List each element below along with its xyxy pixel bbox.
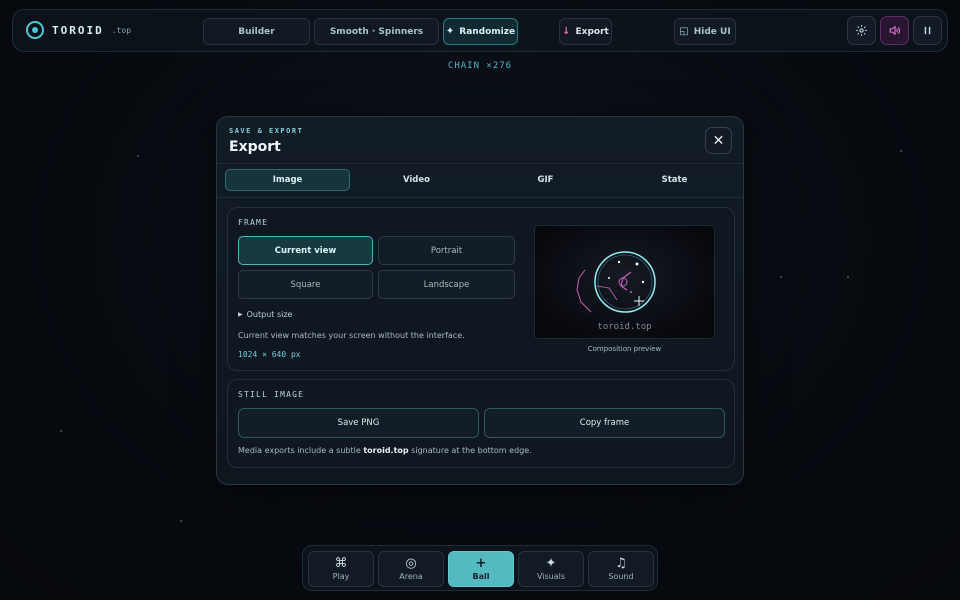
- preview-caption: Composition preview: [587, 345, 662, 353]
- tab-state[interactable]: State: [612, 169, 737, 191]
- app-logo[interactable]: TOROID .top: [26, 21, 131, 39]
- export-label: Export: [575, 26, 609, 37]
- frame-current-view-button[interactable]: Current view: [238, 236, 373, 265]
- background-star: [137, 155, 139, 157]
- command-icon: ⌘: [334, 556, 348, 571]
- composition-preview: toroid.top: [534, 225, 715, 339]
- background-star: [180, 520, 182, 522]
- dock-ball-label: Ball: [472, 572, 490, 581]
- dialog-title: Export: [229, 139, 281, 155]
- export-dialog: SAVE & EXPORT Export ✕ Image Video GIF S…: [216, 116, 744, 485]
- divider: [217, 197, 743, 198]
- output-size-toggle[interactable]: ▶ Output size: [238, 310, 292, 319]
- frame-square-button[interactable]: Square: [238, 270, 373, 299]
- still-image-section: STILL IMAGE Save PNG Copy frame Media ex…: [227, 379, 735, 468]
- export-signature-note: Media exports include a subtle toroid.to…: [238, 446, 532, 455]
- dock-play-label: Play: [332, 572, 350, 581]
- smooth-spinners-button[interactable]: Smooth · Spinners: [314, 18, 439, 45]
- window-icon: ◱: [679, 26, 689, 37]
- preview-signature: toroid.top: [597, 322, 652, 332]
- dock-visuals-label: Visuals: [536, 572, 566, 581]
- output-dimensions: 1024 × 640 px: [238, 350, 301, 359]
- app-name: TOROID: [52, 23, 104, 37]
- frame-landscape-button[interactable]: Landscape: [378, 270, 515, 299]
- copy-frame-button[interactable]: Copy frame: [484, 408, 725, 438]
- pause-icon: [924, 26, 931, 35]
- background-star: [60, 430, 62, 432]
- builder-label: Builder: [238, 26, 275, 37]
- sparkle-icon: ✦: [545, 556, 557, 571]
- sparkle-icon: ✦: [445, 26, 455, 37]
- close-icon: ✕: [712, 132, 725, 149]
- music-note-icon: ♫: [615, 556, 627, 571]
- divider: [217, 163, 743, 164]
- disclosure-triangle-icon: ▶: [238, 311, 243, 318]
- toroid-logo-icon: [26, 21, 44, 39]
- builder-button[interactable]: Builder: [203, 18, 310, 45]
- tab-image[interactable]: Image: [225, 169, 350, 191]
- close-button[interactable]: ✕: [705, 127, 732, 154]
- dialog-eyebrow: SAVE & EXPORT: [229, 127, 304, 135]
- hide-ui-button[interactable]: ◱ Hide UI: [674, 18, 736, 45]
- frame-section: FRAME Current view Portrait Square Lands…: [227, 207, 735, 371]
- still-image-section-title: STILL IMAGE: [238, 390, 305, 399]
- dock-play-button[interactable]: ⌘ Play: [308, 551, 374, 587]
- settings-button[interactable]: [847, 16, 876, 45]
- frame-portrait-button[interactable]: Portrait: [378, 236, 515, 265]
- export-button[interactable]: ↓ Export: [559, 18, 612, 45]
- bottom-dock: ⌘ Play ◎ Arena + Ball ✦ Visuals ♫ Sound: [302, 545, 658, 591]
- randomize-label: Randomize: [459, 26, 516, 37]
- export-tabs: Image Video GIF State: [225, 169, 737, 191]
- pause-button[interactable]: [913, 16, 942, 45]
- smooth-spinners-label: Smooth · Spinners: [329, 26, 424, 37]
- target-icon: ◎: [405, 556, 417, 571]
- gear-icon: [856, 25, 867, 36]
- dock-ball-button[interactable]: + Ball: [448, 551, 514, 587]
- background-star: [900, 150, 902, 152]
- tab-gif[interactable]: GIF: [483, 169, 608, 191]
- top-toolbar: TOROID .top Builder Smooth · Spinners ✦ …: [12, 9, 948, 52]
- note-brand: toroid.top: [363, 446, 409, 455]
- dock-arena-button[interactable]: ◎ Arena: [378, 551, 444, 587]
- sound-toggle-button[interactable]: [880, 16, 909, 45]
- dock-arena-label: Arena: [399, 572, 423, 581]
- chain-counter: CHAIN ×276: [447, 61, 513, 71]
- app-domain: .top: [111, 25, 132, 35]
- plus-icon: +: [475, 556, 487, 571]
- hide-ui-label: Hide UI: [693, 26, 731, 37]
- dock-sound-button[interactable]: ♫ Sound: [588, 551, 654, 587]
- output-size-label: Output size: [246, 310, 293, 319]
- frame-section-title: FRAME: [238, 218, 269, 227]
- save-png-button[interactable]: Save PNG: [238, 408, 479, 438]
- background-star: [847, 276, 849, 278]
- dock-visuals-button[interactable]: ✦ Visuals: [518, 551, 584, 587]
- randomize-button[interactable]: ✦ Randomize: [443, 18, 518, 45]
- download-arrow-icon: ↓: [562, 26, 571, 37]
- speaker-icon: [889, 25, 901, 36]
- dock-sound-label: Sound: [608, 572, 634, 581]
- note-text-start: Media exports include a subtle: [238, 446, 364, 455]
- note-text-end: signature at the bottom edge.: [408, 446, 532, 455]
- frame-description: Current view matches your screen without…: [238, 331, 465, 340]
- tab-video[interactable]: Video: [354, 169, 479, 191]
- background-star: [780, 276, 782, 278]
